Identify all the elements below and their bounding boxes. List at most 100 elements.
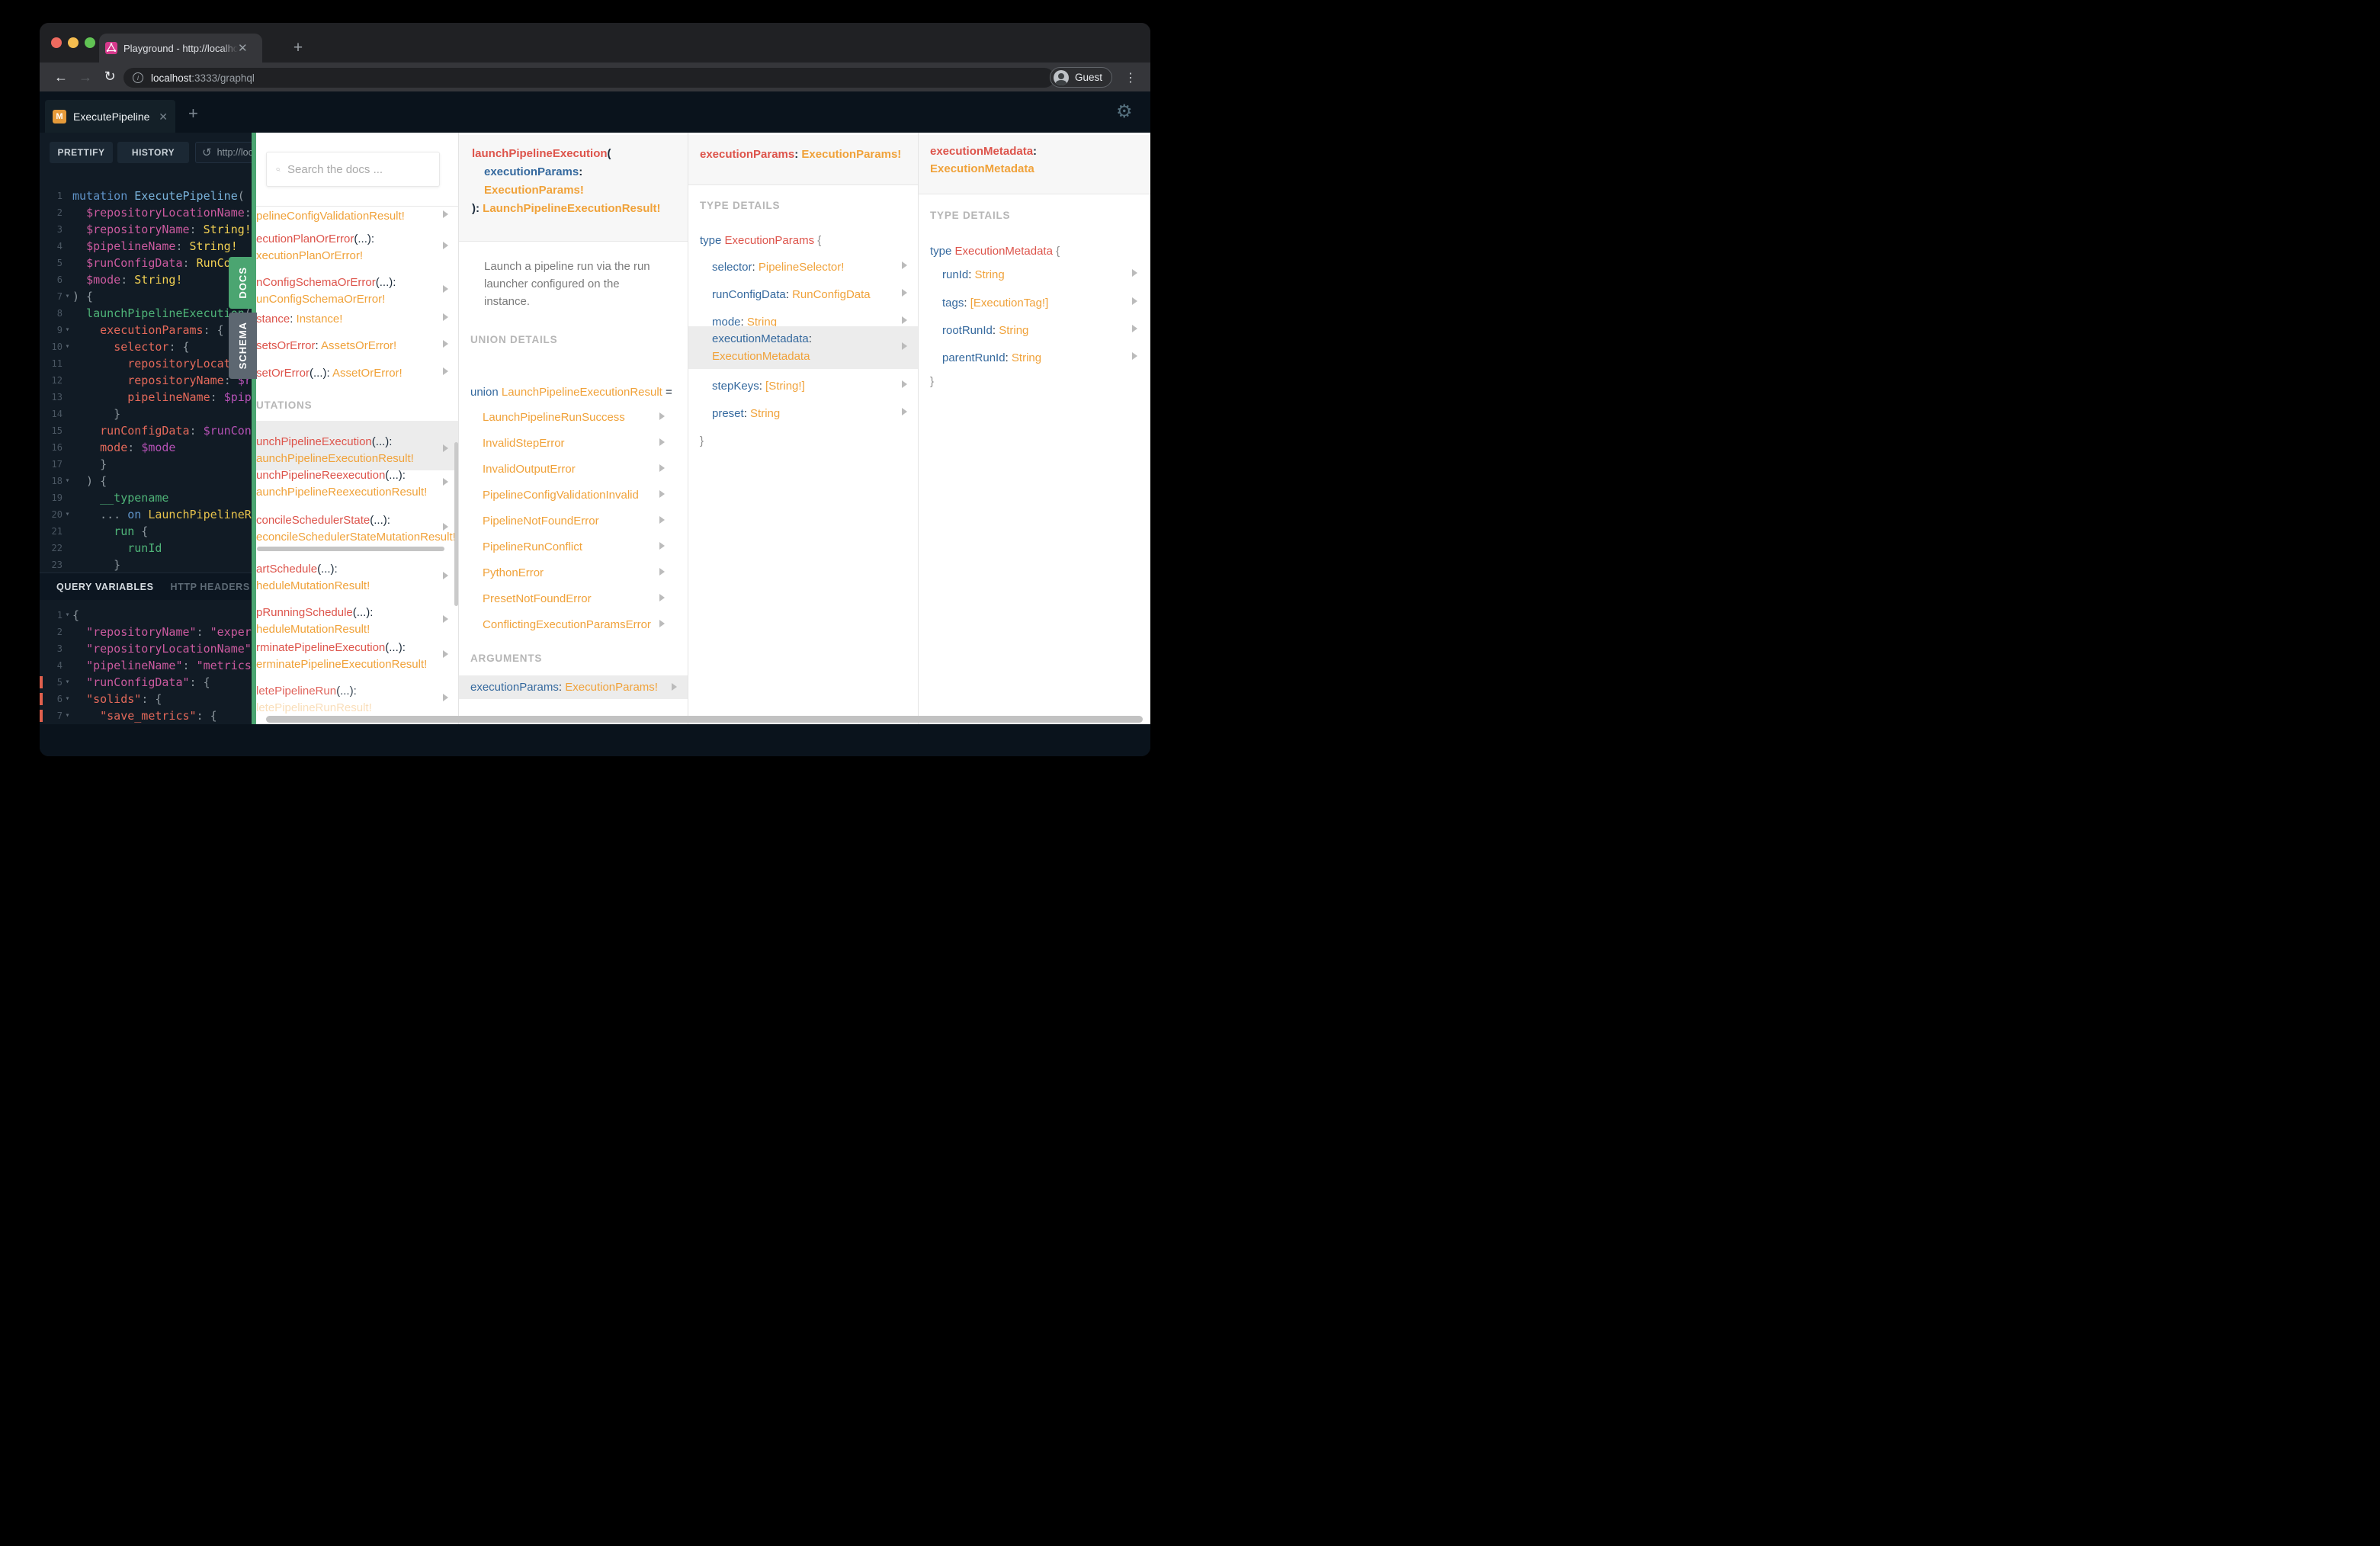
- code-line[interactable]: 22 runId: [40, 540, 252, 556]
- traffic-zoom-icon[interactable]: [85, 37, 95, 48]
- docs-list-item[interactable]: stance: Instance!: [256, 311, 342, 327]
- http-headers-tab[interactable]: HTTP HEADERS: [171, 582, 250, 592]
- code-line[interactable]: 1 mutation ExecutePipeline(: [40, 188, 252, 204]
- site-info-icon[interactable]: i: [133, 72, 143, 83]
- union-member[interactable]: PipelineRunConflict: [483, 539, 582, 555]
- fold-arrow-icon[interactable]: ▾: [63, 322, 72, 338]
- docs-list-item-type[interactable]: erminatePipelineExecutionResult!: [256, 656, 427, 672]
- docs-list-item[interactable]: artSchedule(...):: [256, 561, 338, 577]
- docs-side-tab[interactable]: DOCS: [229, 257, 256, 309]
- type-field[interactable]: rootRunId: String: [942, 322, 1028, 338]
- docs-list-item-type[interactable]: unConfigSchemaOrError!: [256, 291, 385, 307]
- docs-list-item-type[interactable]: aunchPipelineExecutionResult!: [256, 451, 414, 467]
- chevron-right-icon[interactable]: [902, 316, 907, 324]
- docs-list-item[interactable]: pelineConfigValidationResult!: [256, 208, 405, 224]
- chevron-right-icon[interactable]: [659, 620, 665, 627]
- union-member[interactable]: LaunchPipelineRunSuccess: [483, 409, 625, 425]
- chevron-right-icon[interactable]: [659, 438, 665, 446]
- traffic-close-icon[interactable]: [51, 37, 62, 48]
- history-button[interactable]: HISTORY: [117, 142, 189, 163]
- reload-icon[interactable]: ↻: [99, 66, 120, 88]
- code-line[interactable]: 6 ▾ "solids": {: [40, 691, 252, 707]
- docs-search-input[interactable]: [287, 162, 439, 176]
- chevron-right-icon[interactable]: [443, 313, 448, 321]
- chevron-right-icon[interactable]: [443, 615, 448, 623]
- code-line[interactable]: 4 "pipelineName": "metrics: [40, 657, 252, 674]
- settings-gear-icon[interactable]: ⚙: [1116, 101, 1133, 122]
- type-field[interactable]: runConfigData: RunConfigData: [712, 287, 871, 303]
- code-line[interactable]: 7 ▾ "save_metrics": {: [40, 707, 252, 724]
- chevron-right-icon[interactable]: [443, 478, 448, 486]
- union-member[interactable]: InvalidOutputError: [483, 461, 576, 477]
- docs-horizontal-scrollbar[interactable]: [266, 716, 1143, 723]
- fold-arrow-icon[interactable]: ▾: [63, 691, 72, 707]
- chevron-right-icon[interactable]: [1132, 325, 1137, 332]
- code-line[interactable]: 13 pipelineName: $pipelineName: [40, 389, 252, 406]
- code-line[interactable]: 10 ▾ selector: {: [40, 338, 252, 355]
- docs-list-item[interactable]: unchPipelineExecution(...):: [256, 434, 392, 450]
- chevron-right-icon[interactable]: [659, 516, 665, 524]
- chevron-right-icon[interactable]: [443, 650, 448, 658]
- query-tab[interactable]: M ExecutePipeline ✕: [45, 100, 175, 133]
- union-member[interactable]: PythonError: [483, 565, 544, 581]
- code-line[interactable]: 5 ▾ "runConfigData": {: [40, 674, 252, 691]
- fold-arrow-icon[interactable]: ▾: [63, 288, 72, 305]
- chevron-right-icon[interactable]: [1132, 269, 1137, 277]
- query-tab-close-icon[interactable]: ✕: [159, 111, 168, 122]
- code-line[interactable]: 11 repositoryLocationName: $repositoryLo…: [40, 355, 252, 372]
- list-horizontal-scrollbar[interactable]: [257, 547, 444, 551]
- endpoint-reload-icon[interactable]: ↺: [202, 146, 212, 159]
- chevron-right-icon[interactable]: [659, 464, 665, 472]
- code-line[interactable]: 7 ▾) {: [40, 288, 252, 305]
- chevron-right-icon[interactable]: [443, 210, 448, 218]
- code-line[interactable]: 20▾ ... on LaunchPipelineRunSuccess {: [40, 506, 252, 523]
- code-line[interactable]: 16 mode: $mode: [40, 439, 252, 456]
- chevron-right-icon[interactable]: [443, 340, 448, 348]
- chevron-right-icon[interactable]: [659, 490, 665, 498]
- docs-list-item[interactable]: letePipelineRun(...):: [256, 683, 357, 699]
- code-line[interactable]: 15 runConfigData: $runConfigData: [40, 422, 252, 439]
- docs-list-item[interactable]: ecutionPlanOrError(...):: [256, 231, 374, 247]
- query-variables-tab[interactable]: QUERY VARIABLES: [56, 582, 154, 592]
- docs-list-vertical-scrollbar[interactable]: [454, 442, 458, 606]
- code-line[interactable]: 21 run {: [40, 523, 252, 540]
- docs-list-item-type[interactable]: econcileSchedulerStateMutationResult!: [256, 529, 456, 545]
- fold-arrow-icon[interactable]: ▾: [63, 338, 72, 355]
- type-field[interactable]: tags: [ExecutionTag!]: [942, 295, 1048, 311]
- add-query-tab-button[interactable]: +: [188, 104, 198, 123]
- fold-arrow-icon[interactable]: ▾: [63, 607, 72, 624]
- chevron-right-icon[interactable]: [659, 412, 665, 420]
- chevron-right-icon[interactable]: [659, 568, 665, 576]
- chevron-right-icon[interactable]: [902, 342, 907, 350]
- fold-arrow-icon[interactable]: ▾: [63, 506, 72, 523]
- chevron-right-icon[interactable]: [443, 694, 448, 701]
- chevron-right-icon[interactable]: [1132, 297, 1137, 305]
- prettify-button[interactable]: PRETTIFY: [50, 142, 113, 163]
- code-line[interactable]: 4 $pipelineName: String!: [40, 238, 252, 255]
- query-code[interactable]: 1 mutation ExecutePipeline(2 $repositoryL…: [40, 188, 252, 573]
- new-tab-button[interactable]: +: [288, 38, 308, 58]
- schema-side-tab[interactable]: SCHEMA: [229, 313, 257, 379]
- type-field[interactable]: stepKeys: [String!]: [712, 378, 805, 394]
- chevron-right-icon[interactable]: [443, 367, 448, 375]
- docs-list-item[interactable]: concileSchedulerState(...):: [256, 512, 390, 528]
- chevron-right-icon[interactable]: [443, 444, 448, 452]
- code-line[interactable]: 19 __typename: [40, 489, 252, 506]
- argument-row[interactable]: executionParams: ExecutionParams!: [470, 679, 658, 695]
- union-member[interactable]: InvalidStepError: [483, 435, 565, 451]
- forward-icon[interactable]: →: [75, 66, 96, 88]
- docs-list-item-type[interactable]: xecutionPlanOrError!: [256, 248, 363, 264]
- docs-list-item[interactable]: setOrError(...): AssetOrError!: [256, 365, 403, 381]
- chevron-right-icon[interactable]: [659, 542, 665, 550]
- type-field[interactable]: runId: String: [942, 267, 1005, 283]
- union-member[interactable]: PresetNotFoundError: [483, 591, 592, 607]
- url-bar[interactable]: i localhost:3333/graphql: [123, 68, 1054, 88]
- query-editor-pane[interactable]: PRETTIFY HISTORY ↺ http://loc 1 mutation E…: [40, 133, 252, 724]
- tab-close-icon[interactable]: ✕: [238, 43, 248, 54]
- chevron-right-icon[interactable]: [902, 380, 907, 388]
- browser-menu-icon[interactable]: ⋮: [1124, 70, 1137, 85]
- browser-tab[interactable]: Playground - http://localhost:3 ✕: [99, 34, 262, 63]
- fold-arrow-icon[interactable]: ▾: [63, 473, 72, 489]
- chevron-right-icon[interactable]: [672, 683, 677, 691]
- docs-list-item-type[interactable]: aunchPipelineReexecutionResult!: [256, 484, 427, 500]
